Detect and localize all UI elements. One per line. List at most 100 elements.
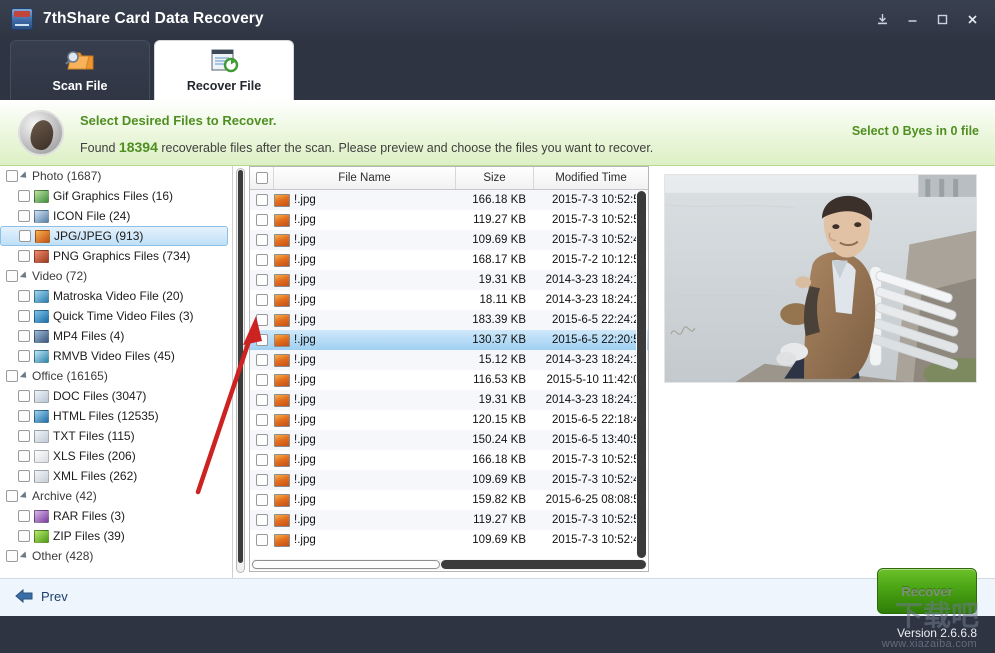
row-checkbox[interactable]: [256, 234, 268, 246]
row-checkbox[interactable]: [256, 334, 268, 346]
tree-item-checkbox[interactable]: [18, 290, 30, 302]
expander-icon[interactable]: [19, 491, 30, 501]
tree-item-checkbox[interactable]: [18, 210, 30, 222]
row-select-cell[interactable]: [250, 514, 274, 526]
tree-item-checkbox[interactable]: [18, 530, 30, 542]
table-row[interactable]: !.jpg 183.39 KB 2015-6-5 22:24:24: [250, 310, 648, 330]
row-select-cell[interactable]: [250, 294, 274, 306]
row-checkbox[interactable]: [256, 214, 268, 226]
column-header-size[interactable]: Size: [456, 167, 534, 189]
tree-item-doc-files-3047[interactable]: DOC Files (3047): [0, 386, 232, 406]
tree-item-video-72[interactable]: Video (72): [0, 266, 232, 286]
row-select-cell[interactable]: [250, 334, 274, 346]
row-select-cell[interactable]: [250, 314, 274, 326]
table-row[interactable]: !.jpg 109.69 KB 2015-7-3 10:52:40: [250, 230, 648, 250]
table-row[interactable]: !.jpg 119.27 KB 2015-7-3 10:52:50: [250, 510, 648, 530]
tree-item-checkbox[interactable]: [18, 330, 30, 342]
table-row[interactable]: !.jpg 109.69 KB 2015-7-3 10:52:40: [250, 470, 648, 490]
tree-item-html-files-12535[interactable]: HTML Files (12535): [0, 406, 232, 426]
tree-item-office-16165[interactable]: Office (16165): [0, 366, 232, 386]
list-vertical-scrollbar-thumb[interactable]: [637, 191, 646, 558]
table-row[interactable]: !.jpg 166.18 KB 2015-7-3 10:52:58: [250, 450, 648, 470]
row-checkbox[interactable]: [256, 394, 268, 406]
row-checkbox[interactable]: [256, 454, 268, 466]
row-select-cell[interactable]: [250, 214, 274, 226]
tree-item-archive-42[interactable]: Archive (42): [0, 486, 232, 506]
table-row[interactable]: !.jpg 19.31 KB 2014-3-23 18:24:18: [250, 390, 648, 410]
tree-item-checkbox[interactable]: [18, 350, 30, 362]
expander-icon[interactable]: [19, 271, 30, 281]
tree-item-checkbox[interactable]: [6, 370, 18, 382]
row-select-cell[interactable]: [250, 374, 274, 386]
row-checkbox[interactable]: [256, 294, 268, 306]
select-all-header-cell[interactable]: [250, 167, 274, 189]
row-checkbox[interactable]: [256, 494, 268, 506]
tree-item-rar-files-3[interactable]: RAR Files (3): [0, 506, 232, 526]
list-horizontal-scrollbar[interactable]: [251, 559, 647, 570]
row-select-cell[interactable]: [250, 534, 274, 546]
row-checkbox[interactable]: [256, 194, 268, 206]
tree-item-checkbox[interactable]: [6, 550, 18, 562]
row-checkbox[interactable]: [256, 434, 268, 446]
tree-item-checkbox[interactable]: [19, 230, 31, 242]
tree-vertical-scrollbar[interactable]: [236, 168, 245, 573]
tree-item-icon-file-24[interactable]: ICON File (24): [0, 206, 232, 226]
row-checkbox[interactable]: [256, 374, 268, 386]
minimize-button[interactable]: [897, 5, 927, 33]
tree-item-checkbox[interactable]: [6, 270, 18, 282]
table-row[interactable]: !.jpg 119.27 KB 2015-7-3 10:52:50: [250, 210, 648, 230]
tree-item-matroska-video-file-20[interactable]: Matroska Video File (20): [0, 286, 232, 306]
tree-item-checkbox[interactable]: [18, 510, 30, 522]
tree-item-checkbox[interactable]: [18, 310, 30, 322]
table-row[interactable]: !.jpg 18.11 KB 2014-3-23 18:24:10: [250, 290, 648, 310]
row-checkbox[interactable]: [256, 314, 268, 326]
tree-item-checkbox[interactable]: [18, 450, 30, 462]
tree-item-other-428[interactable]: Other (428): [0, 546, 232, 566]
row-checkbox[interactable]: [256, 534, 268, 546]
tree-item-zip-files-39[interactable]: ZIP Files (39): [0, 526, 232, 546]
row-select-cell[interactable]: [250, 274, 274, 286]
row-checkbox[interactable]: [256, 414, 268, 426]
list-vertical-scrollbar[interactable]: [636, 191, 647, 558]
tree-item-checkbox[interactable]: [18, 410, 30, 422]
list-horizontal-scrollbar-thumb[interactable]: [252, 560, 440, 569]
tree-item-xls-files-206[interactable]: XLS Files (206): [0, 446, 232, 466]
row-checkbox[interactable]: [256, 254, 268, 266]
row-select-cell[interactable]: [250, 434, 274, 446]
tree-item-checkbox[interactable]: [18, 430, 30, 442]
tree-item-photo-1687[interactable]: Photo (1687): [0, 166, 232, 186]
recover-button[interactable]: Recover: [877, 568, 977, 614]
row-select-cell[interactable]: [250, 474, 274, 486]
row-select-cell[interactable]: [250, 234, 274, 246]
row-select-cell[interactable]: [250, 394, 274, 406]
tree-item-rmvb-video-files-45[interactable]: RMVB Video Files (45): [0, 346, 232, 366]
tree-item-txt-files-115[interactable]: TXT Files (115): [0, 426, 232, 446]
tree-item-jpg-jpeg-913[interactable]: JPG/JPEG (913): [0, 226, 228, 246]
table-row[interactable]: !.jpg 168.17 KB 2015-7-2 10:12:56: [250, 250, 648, 270]
table-row[interactable]: !.jpg 166.18 KB 2015-7-3 10:52:58: [250, 190, 648, 210]
table-row[interactable]: !.jpg 19.31 KB 2014-3-23 18:24:18: [250, 270, 648, 290]
file-type-tree[interactable]: Photo (1687) Gif Graphics Files (16) ICON …: [0, 166, 233, 578]
tree-item-checkbox[interactable]: [18, 250, 30, 262]
table-row[interactable]: !.jpg 150.24 KB 2015-6-5 13:40:50: [250, 430, 648, 450]
tree-item-quick-time-video-files-3[interactable]: Quick Time Video Files (3): [0, 306, 232, 326]
row-select-cell[interactable]: [250, 194, 274, 206]
tree-item-checkbox[interactable]: [18, 470, 30, 482]
prev-button[interactable]: Prev: [14, 588, 68, 604]
list-horizontal-scrollbar-track[interactable]: [441, 560, 646, 569]
row-select-cell[interactable]: [250, 354, 274, 366]
row-checkbox[interactable]: [256, 514, 268, 526]
download-button[interactable]: [867, 5, 897, 33]
tree-scrollbar-thumb[interactable]: [238, 170, 243, 563]
table-row[interactable]: !.jpg 159.82 KB 2015-6-25 08:08:58: [250, 490, 648, 510]
row-checkbox[interactable]: [256, 474, 268, 486]
tree-item-gif-graphics-files-16[interactable]: Gif Graphics Files (16): [0, 186, 232, 206]
maximize-button[interactable]: [927, 5, 957, 33]
close-button[interactable]: [957, 5, 987, 33]
column-header-modified-time[interactable]: Modified Time: [534, 167, 648, 189]
column-header-file-name[interactable]: File Name: [274, 167, 456, 189]
tree-item-checkbox[interactable]: [6, 170, 18, 182]
table-row[interactable]: !.jpg 120.15 KB 2015-6-5 22:18:40: [250, 410, 648, 430]
row-checkbox[interactable]: [256, 274, 268, 286]
row-select-cell[interactable]: [250, 494, 274, 506]
